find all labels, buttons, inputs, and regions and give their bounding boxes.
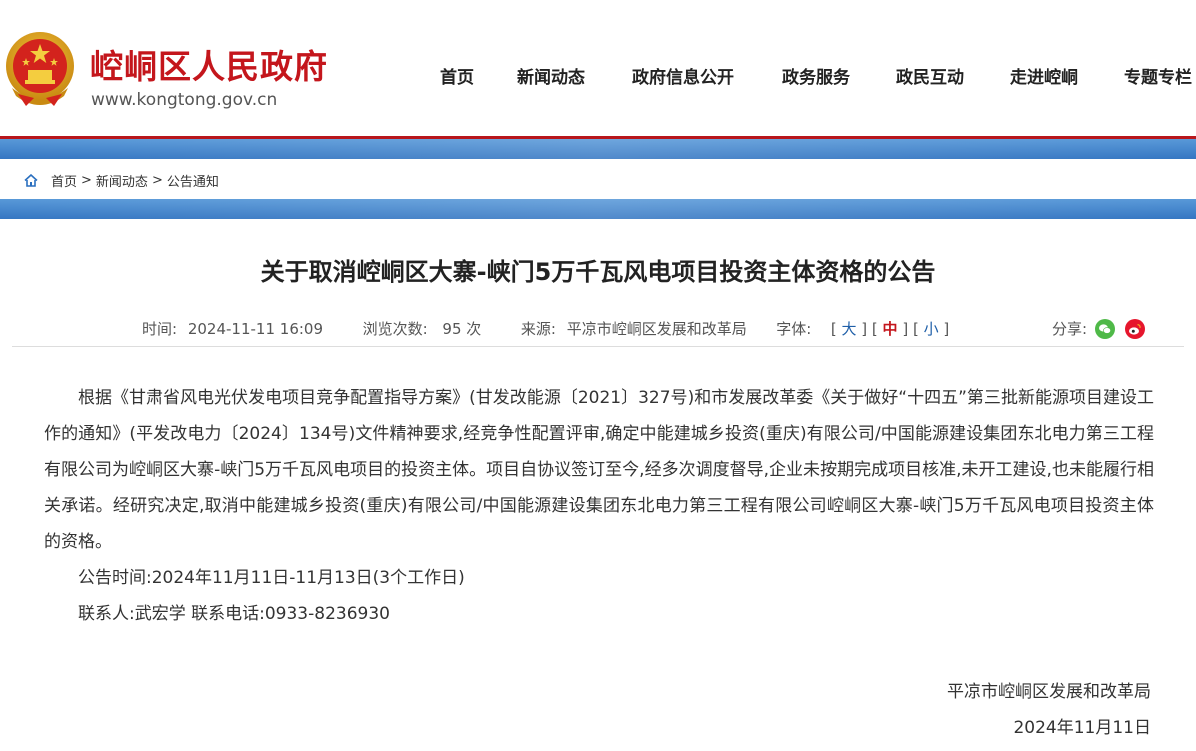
wechat-icon[interactable] xyxy=(1095,318,1116,339)
contact-info: 联系人:武宏学 联系电话:0933-8236930 xyxy=(78,604,390,624)
article-body: 根据《甘肃省风电光伏发电项目竞争配置指导方案》(甘发改能源〔2021〕327号)… xyxy=(44,380,1154,632)
article-paragraph: 根据《甘肃省风电光伏发电项目竞争配置指导方案》(甘发改能源〔2021〕327号)… xyxy=(44,388,1154,552)
banner-band-top xyxy=(0,139,1196,159)
nav-item-gov-info[interactable]: 政府信息公开 xyxy=(632,63,734,87)
font-size-medium-button[interactable]: 中 xyxy=(883,318,898,339)
banner-band-bottom xyxy=(0,199,1196,219)
share-bar: 分享: xyxy=(1052,318,1146,339)
nav-item-topics[interactable]: 专题专栏 xyxy=(1124,63,1192,87)
nav-item-about[interactable]: 走进崆峒 xyxy=(1010,63,1078,87)
signoff-date: 2024年11月11日 xyxy=(1013,718,1151,738)
views-value: 95 次 xyxy=(442,320,482,338)
meta-divider xyxy=(12,346,1184,347)
national-emblem-icon xyxy=(6,32,74,106)
nav-item-home[interactable]: 首页 xyxy=(440,63,474,87)
breadcrumb-news[interactable]: 新闻动态 xyxy=(96,171,148,190)
nav-item-news[interactable]: 新闻动态 xyxy=(517,63,585,87)
nav-item-interaction[interactable]: 政民互动 xyxy=(896,63,964,87)
font-size-label: 字体: xyxy=(776,320,812,338)
source-value: 平凉市崆峒区发展和改革局 xyxy=(566,320,747,338)
breadcrumb-separator: > xyxy=(151,173,163,188)
font-size-controls: [ 大 ] [ 中 ] [ 小 ] xyxy=(830,318,950,339)
breadcrumb: 首页 > 新闻动态 > 公告通知 xyxy=(24,171,219,190)
home-icon xyxy=(24,174,38,187)
time-value: 2024-11-11 16:09 xyxy=(187,320,324,338)
announcement-period: 公告时间:2024年11月11日-11月13日(3个工作日) xyxy=(78,568,465,588)
font-size-small-button[interactable]: 小 xyxy=(924,318,939,339)
font-size-large-button[interactable]: 大 xyxy=(842,318,857,339)
nav-item-services[interactable]: 政务服务 xyxy=(782,63,850,87)
share-label: 分享: xyxy=(1052,320,1088,338)
site-url[interactable]: www.kongtong.gov.cn xyxy=(91,90,277,110)
time-label: 时间: xyxy=(142,320,178,338)
main-nav: 首页 新闻动态 政府信息公开 政务服务 政民互动 走进崆峒 专题专栏 xyxy=(420,63,1196,87)
site-header: 崆峒区人民政府 www.kongtong.gov.cn 首页 新闻动态 政府信息… xyxy=(0,0,1196,137)
breadcrumb-separator: > xyxy=(81,173,92,188)
breadcrumb-bar: 首页 > 新闻动态 > 公告通知 xyxy=(0,159,1196,199)
site-name[interactable]: 崆峒区人民政府 xyxy=(90,40,328,88)
views-label: 浏览次数: xyxy=(362,320,428,338)
breadcrumb-home[interactable]: 首页 xyxy=(51,171,77,190)
weibo-icon[interactable] xyxy=(1125,318,1146,339)
breadcrumb-notices[interactable]: 公告通知 xyxy=(167,171,219,190)
signoff-organization: 平凉市崆峒区发展和改革局 xyxy=(947,682,1151,702)
article-title: 关于取消崆峒区大寨-峡门5万千瓦风电项目投资主体资格的公告 xyxy=(260,258,936,286)
source-label: 来源: xyxy=(520,320,556,338)
article-meta: 时间: 2024-11-11 16:09 浏览次数: 95 次 来源: 平凉市崆… xyxy=(142,318,949,339)
